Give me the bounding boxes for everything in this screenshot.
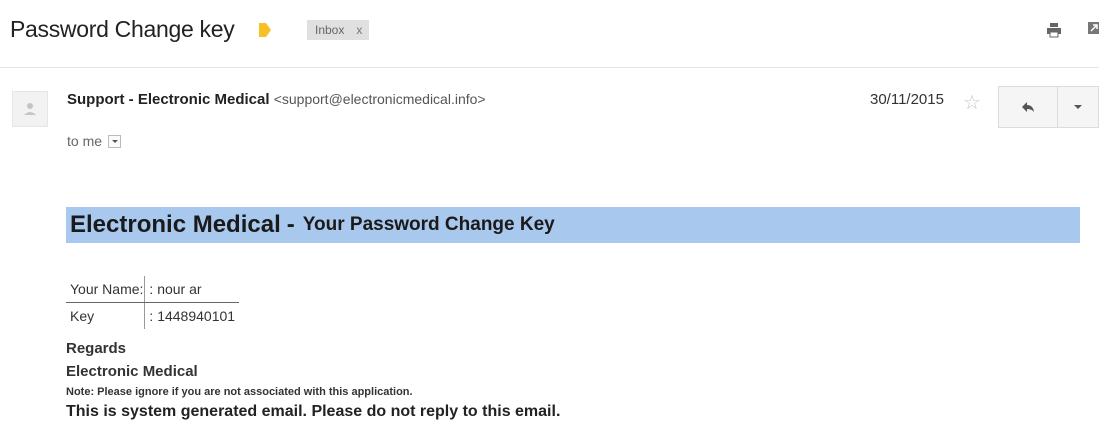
remove-label-icon[interactable]: x xyxy=(356,20,362,40)
organization-name: Electronic Medical xyxy=(66,363,198,380)
email-subject: Password Change key xyxy=(10,16,235,42)
key-key: Key xyxy=(66,302,146,329)
email-banner: Electronic Medical - Your Password Chang… xyxy=(66,207,1080,243)
more-actions-button[interactable] xyxy=(1057,86,1099,128)
key-value: : 1448940101 xyxy=(149,308,236,324)
subject-bar: Password Change key Inbox x xyxy=(0,0,1099,64)
new-window-icon[interactable] xyxy=(1087,20,1099,36)
sender-name[interactable]: Support - Electronic Medical xyxy=(67,91,270,108)
recipient-label: to me xyxy=(67,133,103,149)
note-text: Note: Please ignore if you are not assoc… xyxy=(66,386,413,398)
reply-icon xyxy=(1022,102,1034,112)
person-icon xyxy=(24,103,36,115)
footer-text: This is system generated email. Please d… xyxy=(66,403,561,420)
star-icon[interactable]: ☆ xyxy=(963,90,981,115)
inbox-label-chip[interactable]: Inbox x xyxy=(307,20,370,40)
banner-separator: - xyxy=(286,211,295,238)
details-table: Your Name: : nour ar Key : 1448940101 xyxy=(66,276,240,329)
name-key: Your Name: xyxy=(66,276,146,303)
table-row: Key : 1448940101 xyxy=(66,302,239,329)
message-date: 30/11/2015 xyxy=(870,91,944,108)
show-details-dropdown[interactable] xyxy=(108,134,122,148)
table-row: Your Name: : nour ar xyxy=(66,276,240,303)
print-icon[interactable] xyxy=(1046,22,1062,38)
header-divider xyxy=(0,67,1099,68)
banner-subtitle: Your Password Change Key xyxy=(302,214,555,235)
chevron-down-icon xyxy=(1074,105,1082,109)
reply-button[interactable] xyxy=(998,86,1058,128)
regards-text: Regards xyxy=(66,340,127,357)
name-value: : nour ar xyxy=(144,276,240,303)
recipient-line: to me xyxy=(67,133,122,149)
sender-line: Support - Electronic Medical <support@el… xyxy=(67,91,486,108)
label-tag-icon[interactable] xyxy=(258,22,272,38)
sender-email: <support@electronicmedical.info> xyxy=(273,91,486,107)
inbox-label: Inbox xyxy=(315,23,345,37)
banner-brand: Electronic Medical xyxy=(70,211,281,238)
sender-avatar xyxy=(12,91,48,127)
